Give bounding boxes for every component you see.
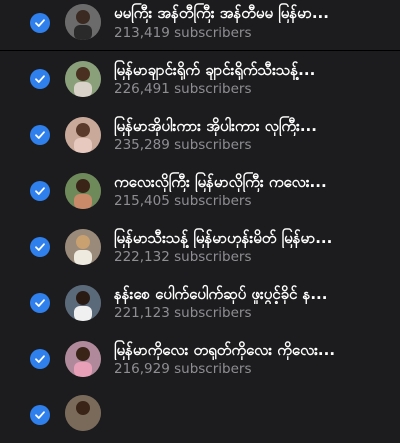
checkmark-circle-icon[interactable] — [30, 181, 50, 201]
checkmark-circle-icon[interactable] — [30, 405, 50, 425]
list-item[interactable] — [0, 387, 400, 443]
checkmark-circle-icon[interactable] — [30, 349, 50, 369]
subscriber-count: 216,929 subscribers — [114, 361, 252, 377]
avatar — [65, 285, 101, 321]
checkmark-circle-icon[interactable] — [30, 293, 50, 313]
avatar — [65, 61, 101, 97]
subscriber-count: 215,405 subscribers — [114, 193, 252, 209]
channel-name: မမကြီး အန်တီကြီး အန်တီမမ မြန်မာ... — [114, 4, 329, 22]
list-item[interactable]: မြန်မာအိုပါးကား အိုပါးကား လှကြီး... 235,… — [0, 107, 400, 163]
checkmark-circle-icon[interactable] — [30, 13, 50, 33]
list-item[interactable]: မြန်မာကိုလေး တရုတ်ကိုလေး ကိုလေး... 216,9… — [0, 331, 400, 387]
avatar — [65, 229, 101, 265]
subscriber-count: 226,491 subscribers — [114, 81, 252, 97]
list-item[interactable]: မြန်မာသီးသန့် မြန်မာဟုန်းမိတ် မြန်မာ... … — [0, 219, 400, 275]
checkmark-circle-icon[interactable] — [30, 125, 50, 145]
subscriber-count: 235,289 subscribers — [114, 137, 252, 153]
avatar — [65, 341, 101, 377]
list-item[interactable]: မြန်မာချာင်းရိုက် ချာင်းရိုက်သီးသန့်... … — [0, 51, 400, 107]
subscriber-count: 221,123 subscribers — [114, 305, 252, 321]
channel-name: မြန်မာသီးသန့် မြန်မာဟုန်းမိတ် မြန်မာ... — [114, 229, 333, 247]
avatar — [65, 395, 101, 431]
list-item[interactable]: ကလေးလိုကြီး မြန်မာလိုကြီး ကလေး... 215,40… — [0, 163, 400, 219]
channel-name: မြန်မာကိုလေး တရုတ်ကိုလေး ကိုလေး... — [114, 341, 336, 359]
channel-name: နန်းစေ ပေါက်ပေါက်ဆုပ် ဖူးပွင့်ခိုင် န... — [114, 285, 328, 303]
channel-name: မြန်မာချာင်းရိုက် ချာင်းရိုက်သီးသန့်... — [114, 61, 316, 79]
channel-name: မြန်မာအိုပါးကား အိုပါးကား လှကြီး... — [114, 117, 317, 135]
channel-name: ကလေးလိုကြီး မြန်မာလိုကြီး ကလေး... — [114, 173, 327, 191]
avatar — [65, 117, 101, 153]
checkmark-circle-icon[interactable] — [30, 69, 50, 89]
list-item[interactable]: မမကြီး အန်တီကြီး အန်တီမမ မြန်မာ... 213,4… — [0, 0, 400, 50]
channel-list: မမကြီး အန်တီကြီး အန်တီမမ မြန်မာ... 213,4… — [0, 0, 400, 443]
checkmark-circle-icon[interactable] — [30, 237, 50, 257]
subscriber-count: 222,132 subscribers — [114, 249, 252, 265]
avatar — [65, 173, 101, 209]
avatar — [65, 4, 101, 40]
list-item[interactable]: နန်းစေ ပေါက်ပေါက်ဆုပ် ဖူးပွင့်ခိုင် န...… — [0, 275, 400, 331]
subscriber-count: 213,419 subscribers — [114, 25, 252, 41]
